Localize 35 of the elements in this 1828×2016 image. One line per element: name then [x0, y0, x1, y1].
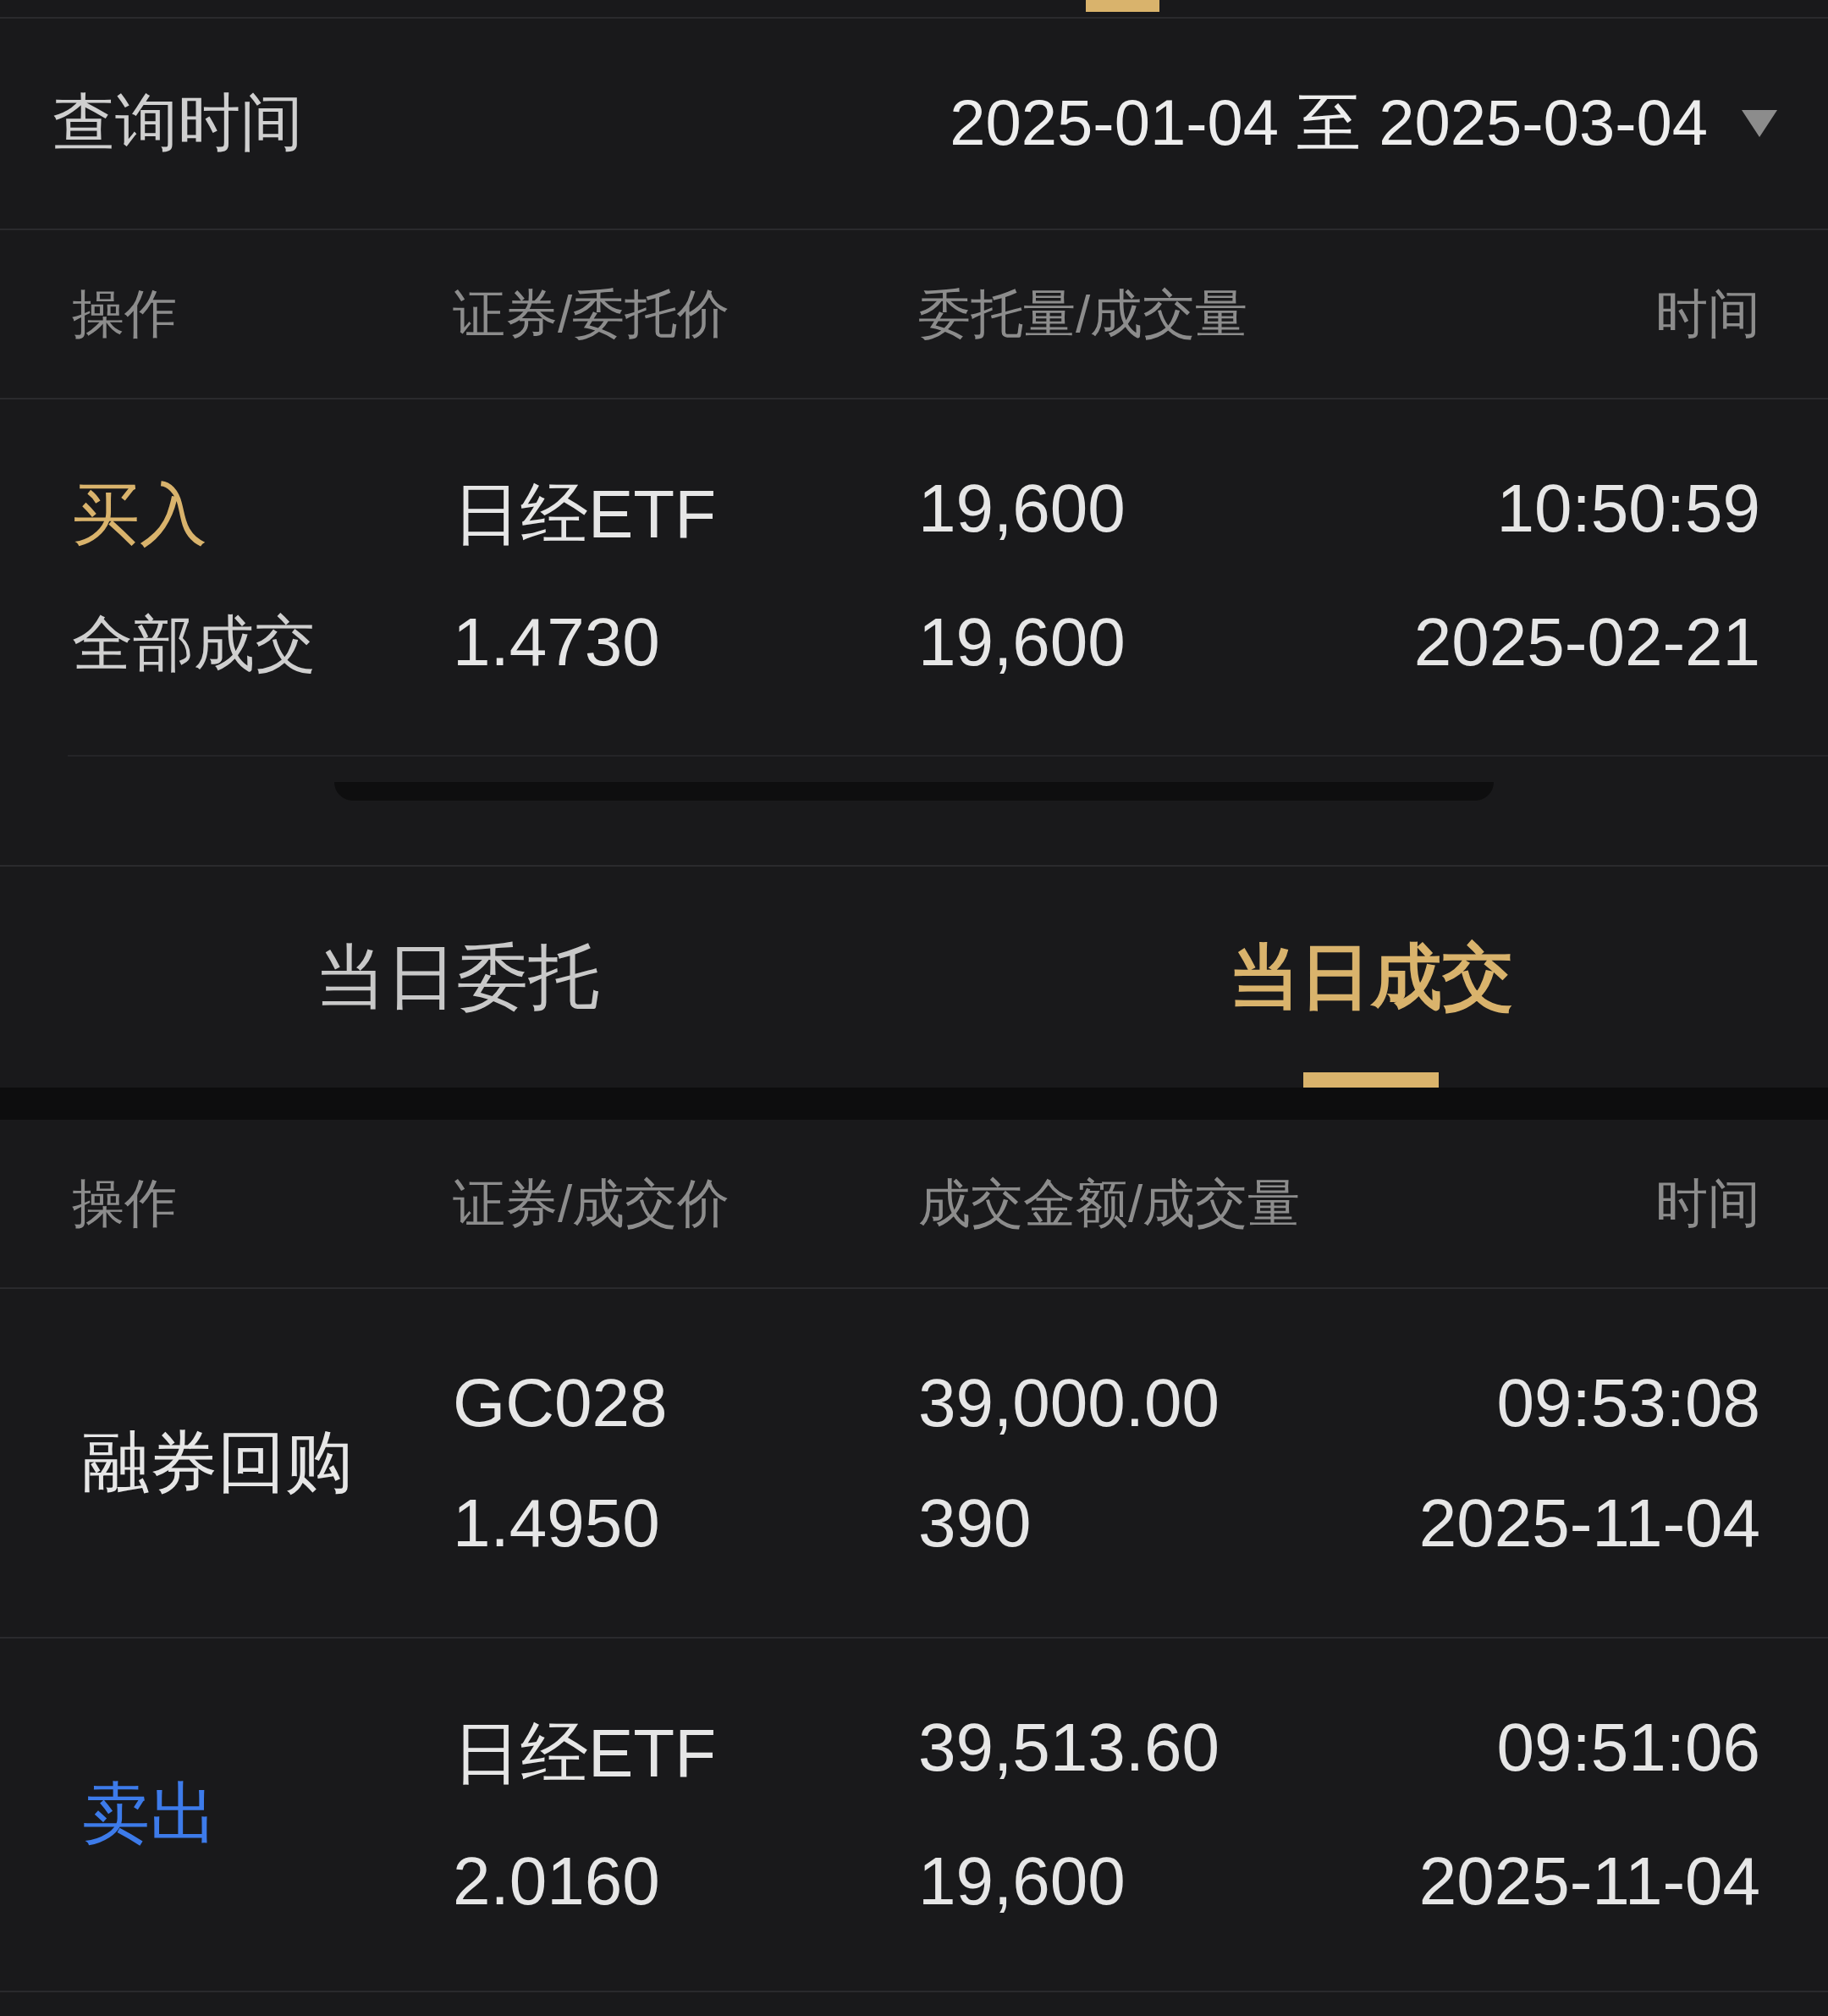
- date-range-selector[interactable]: 2025-01-04 至 2025-03-04: [950, 80, 1777, 168]
- column-header: 证券/成交价: [453, 1173, 731, 1234]
- tab[interactable]: 当日委托: [0, 867, 914, 1088]
- trade-time: 09:51:06: [1495, 1709, 1760, 1787]
- column-header: 时间: [1655, 1173, 1760, 1234]
- trade-amount: 39,513.60: [918, 1709, 1220, 1787]
- column-header: 时间: [1655, 284, 1760, 344]
- tab[interactable]: 当日成交: [914, 867, 1828, 1088]
- trade-action: 卖出: [81, 1775, 218, 1853]
- column-header: 操作: [72, 284, 178, 344]
- trade-date: 2025-11-04: [1418, 1484, 1760, 1562]
- security-name: GC028: [453, 1363, 669, 1442]
- order-status: 全部成交: [72, 609, 317, 679]
- trade-volume: 390: [918, 1484, 1032, 1562]
- trade-price: 1.4950: [453, 1484, 661, 1562]
- trade-price: 2.0160: [453, 1842, 661, 1920]
- order-date: 2025-02-21: [1412, 603, 1760, 681]
- trade-time: 09:53:08: [1495, 1363, 1760, 1442]
- order-time: 10:50:59: [1495, 470, 1760, 548]
- trade-date: 2025-11-04: [1418, 1842, 1760, 1920]
- security-name: 日经ETF: [453, 476, 718, 554]
- dropdown-icon: [1742, 110, 1777, 137]
- filled-quantity: 19,600: [918, 603, 1126, 681]
- order-quantity: 19,600: [918, 470, 1126, 548]
- trade-action: 融券回购: [81, 1423, 354, 1501]
- column-header: 委托量/成交量: [918, 284, 1249, 344]
- order-action: 买入: [72, 476, 208, 554]
- trade-volume: 19,600: [918, 1842, 1126, 1920]
- trade-amount: 39,000.00: [918, 1363, 1220, 1442]
- order-price: 1.4730: [453, 603, 661, 681]
- query-time-label: 查询时间: [52, 86, 303, 159]
- column-header: 证券/委托价: [453, 284, 731, 344]
- column-header: 成交金额/成交量: [918, 1173, 1302, 1234]
- column-header: 操作: [72, 1173, 178, 1234]
- security-name: 日经ETF: [453, 1715, 718, 1793]
